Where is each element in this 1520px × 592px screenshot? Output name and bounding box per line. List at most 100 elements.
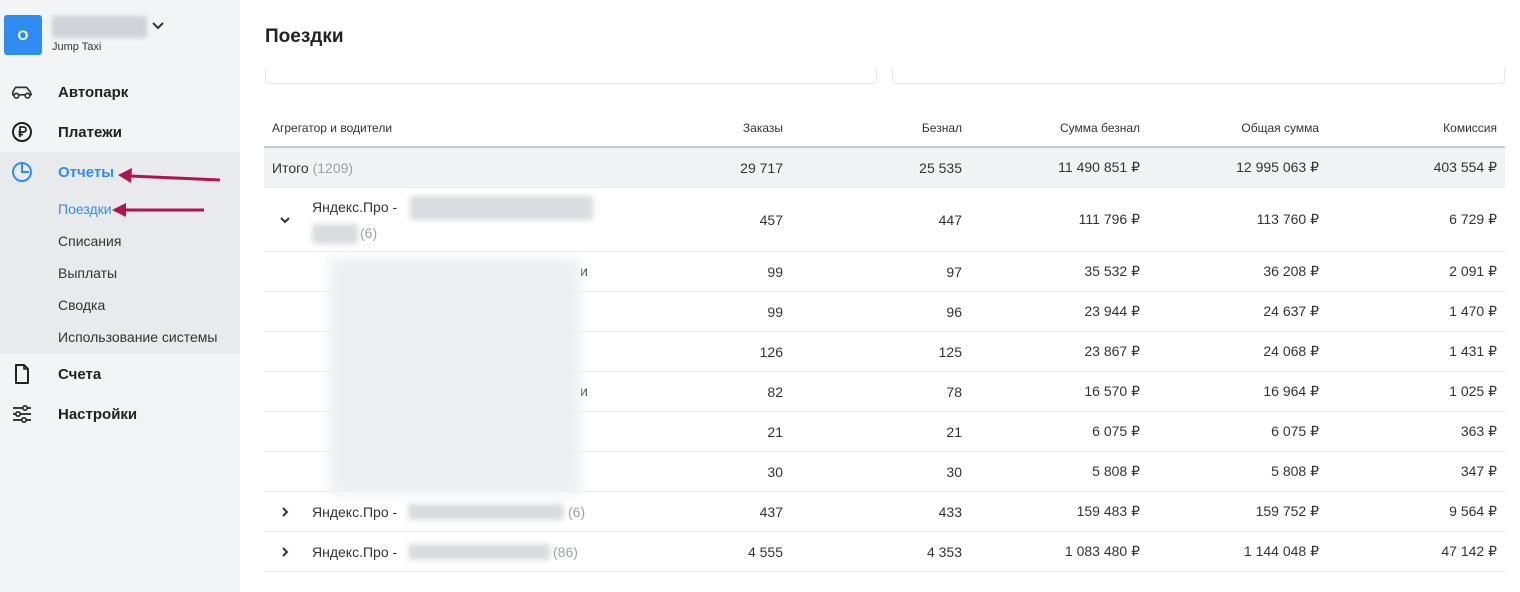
subnav-summary[interactable]: Сводка xyxy=(58,297,105,313)
driver-cashless: 78 xyxy=(946,383,962,400)
total-label-cell: Итого (1209) xyxy=(272,148,353,187)
filter-field-left[interactable] xyxy=(265,68,877,84)
total-sum-cashless: 11 490 851 ₽ xyxy=(1058,159,1140,175)
group-orders: 437 xyxy=(759,503,783,520)
sliders-icon xyxy=(10,402,34,426)
group-total-sum: 159 752 ₽ xyxy=(1255,503,1319,519)
driver-sum-cashless: 5 808 ₽ xyxy=(1092,463,1140,479)
driver-commission: 1 431 ₽ xyxy=(1449,343,1497,359)
driver-total-sum: 36 208 ₽ xyxy=(1263,263,1319,279)
driver-total-sum: 16 964 ₽ xyxy=(1263,383,1319,399)
nav-label-payments: Платежи xyxy=(58,123,122,141)
driver-total-sum: 24 068 ₽ xyxy=(1263,343,1319,359)
column-header-aggregator[interactable]: Агрегатор и водители xyxy=(272,110,392,146)
pie-chart-icon xyxy=(10,160,34,184)
main-content: Поездки Агрегатор и водители Заказы Безн… xyxy=(240,0,1520,592)
redacted-name xyxy=(312,224,358,244)
redacted-driver-names xyxy=(330,258,580,494)
org-switcher[interactable]: O Jump Taxi xyxy=(0,0,240,70)
driver-sum-cashless: 16 570 ₽ xyxy=(1084,383,1140,399)
nav-label-invoices: Счета xyxy=(58,365,102,383)
group-cashless: 433 xyxy=(938,503,962,520)
group-total-sum: 1 144 048 ₽ xyxy=(1243,543,1319,559)
driver-sum-cashless: 23 867 ₽ xyxy=(1084,343,1140,359)
redacted-name xyxy=(408,504,564,520)
column-header-orders[interactable]: Заказы xyxy=(743,110,783,146)
driver-commission: 2 091 ₽ xyxy=(1449,263,1497,279)
org-name-redacted xyxy=(52,16,147,38)
driver-sum-cashless: 23 944 ₽ xyxy=(1084,303,1140,319)
chevron-right-icon[interactable] xyxy=(278,545,292,559)
sidebar: O Jump Taxi Автопарк Платежи Отчеты Поез… xyxy=(0,0,240,592)
driver-cashless: 125 xyxy=(938,343,962,360)
column-header-total-sum[interactable]: Общая сумма xyxy=(1241,110,1319,146)
driver-orders: 99 xyxy=(767,303,783,320)
group-label: Яндекс.Про - xyxy=(312,199,398,215)
group-label: Яндекс.Про - xyxy=(312,504,398,520)
total-cashless: 25 535 xyxy=(919,159,962,176)
driver-commission: 1 025 ₽ xyxy=(1449,383,1497,399)
filter-field-right[interactable] xyxy=(892,68,1505,84)
driver-orders: 82 xyxy=(767,383,783,400)
column-header-commission[interactable]: Комиссия xyxy=(1443,110,1497,146)
driver-cashless: 30 xyxy=(946,463,962,480)
nav-item-payments[interactable]: Платежи xyxy=(0,114,240,150)
driver-cashless: 97 xyxy=(946,263,962,280)
group-orders: 4 555 xyxy=(747,543,783,560)
total-orders: 29 717 xyxy=(740,159,783,176)
subnav-write-offs[interactable]: Списания xyxy=(58,233,121,249)
driver-orders: 30 xyxy=(767,463,783,480)
column-header-cashless[interactable]: Безнал xyxy=(922,110,962,146)
group-count: (86) xyxy=(553,544,578,560)
nav-label-reports: Отчеты xyxy=(58,163,115,181)
table-header: Агрегатор и водители Заказы Безнал Сумма… xyxy=(264,110,1505,148)
group-orders: 457 xyxy=(759,211,783,228)
redacted-name xyxy=(408,544,550,560)
group-sum-cashless: 111 796 ₽ xyxy=(1078,211,1140,227)
subnav-system-usage[interactable]: Использование системы xyxy=(58,329,217,345)
driver-cashless: 96 xyxy=(946,303,962,320)
nav-item-invoices[interactable]: Счета xyxy=(0,356,240,392)
group-commission: 9 564 ₽ xyxy=(1449,503,1497,519)
chevron-down-icon[interactable] xyxy=(278,213,292,227)
group-cashless: 447 xyxy=(938,211,962,228)
total-total-sum: 12 995 063 ₽ xyxy=(1236,159,1319,175)
nav-item-reports[interactable]: Отчеты xyxy=(0,154,240,190)
total-label: Итого xyxy=(272,159,309,176)
total-count: (1209) xyxy=(312,159,354,176)
car-icon xyxy=(10,80,34,104)
table-row-total: Итого (1209) 29 717 25 535 11 490 851 ₽ … xyxy=(264,148,1505,188)
group-commission: 6 729 ₽ xyxy=(1449,211,1497,227)
nav-item-fleet[interactable]: Автопарк xyxy=(0,74,240,110)
subnav-payouts[interactable]: Выплаты xyxy=(58,265,117,281)
column-header-sum-cashless[interactable]: Сумма безнал xyxy=(1060,110,1140,146)
group-commission: 47 142 ₽ xyxy=(1441,543,1497,559)
driver-orders: 126 xyxy=(759,343,783,360)
driver-total-sum: 6 075 ₽ xyxy=(1271,423,1319,439)
driver-commission: 363 ₽ xyxy=(1460,423,1497,439)
driver-commission: 1 470 ₽ xyxy=(1449,303,1497,319)
driver-name-tail: и xyxy=(580,263,588,279)
driver-orders: 99 xyxy=(767,263,783,280)
nav-item-settings[interactable]: Настройки xyxy=(0,396,240,432)
table-row-group[interactable]: Яндекс.Про - (86) 4 555 4 353 1 083 480 … xyxy=(264,532,1505,572)
chevron-right-icon[interactable] xyxy=(278,505,292,519)
group-total-sum: 113 760 ₽ xyxy=(1256,211,1319,227)
redacted-name xyxy=(410,196,593,220)
table-row-group[interactable]: Яндекс.Про - (6) 457 447 111 796 ₽ 113 7… xyxy=(264,188,1505,252)
table-row-group[interactable]: Яндекс.Про - (6) 437 433 159 483 ₽ 159 7… xyxy=(264,492,1505,532)
driver-commission: 347 ₽ xyxy=(1460,463,1497,479)
app-window: O Jump Taxi Автопарк Платежи Отчеты Поез… xyxy=(0,0,1520,592)
nav-label-settings: Настройки xyxy=(58,405,138,423)
subnav-trips[interactable]: Поездки xyxy=(58,201,112,217)
driver-total-sum: 24 637 ₽ xyxy=(1263,303,1319,319)
page-title: Поездки xyxy=(265,26,344,47)
driver-sum-cashless: 6 075 ₽ xyxy=(1092,423,1140,439)
group-count: (6) xyxy=(568,504,586,520)
group-sum-cashless: 1 083 480 ₽ xyxy=(1064,543,1140,559)
nav-label-fleet: Автопарк xyxy=(58,83,129,101)
group-count: (6) xyxy=(360,225,378,241)
chevron-down-icon[interactable] xyxy=(150,17,166,33)
document-icon xyxy=(10,362,34,386)
group-sum-cashless: 159 483 ₽ xyxy=(1076,503,1140,519)
